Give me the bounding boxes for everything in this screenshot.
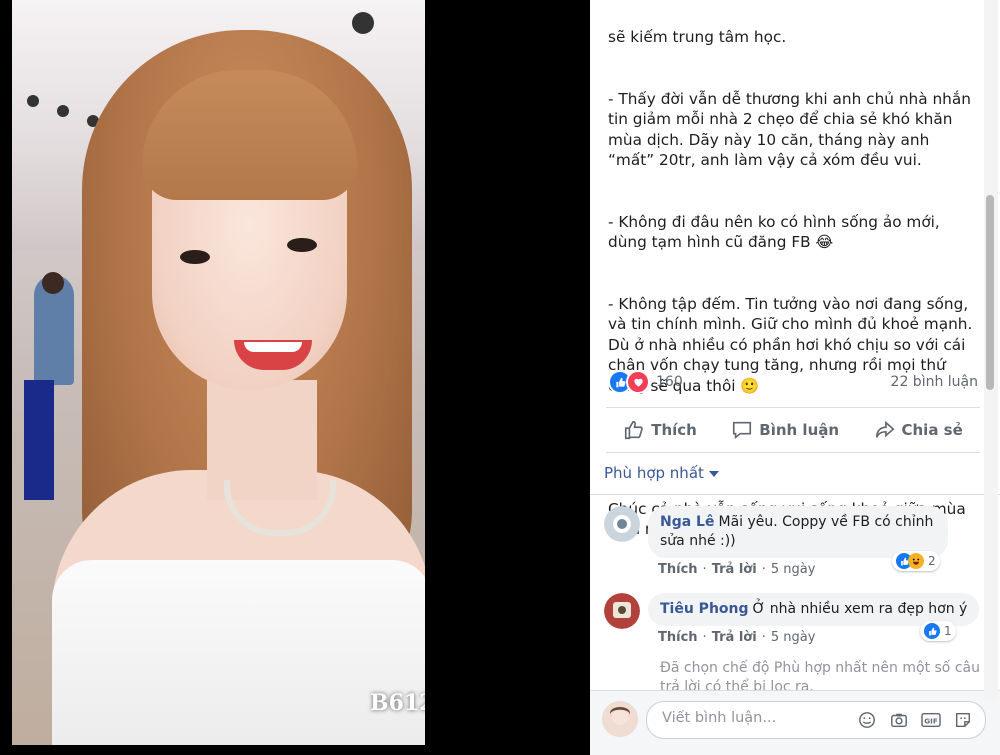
- reaction-count[interactable]: 160: [656, 374, 683, 390]
- separator: ·: [702, 630, 707, 645]
- post-text-line: sẽ kiếm trung tâm học.: [608, 28, 787, 46]
- divider: [606, 407, 980, 408]
- post-panel: sẽ kiếm trung tâm học. - Thấy đời vẫn dễ…: [590, 0, 1000, 755]
- comment-count[interactable]: 22 bình luận: [891, 374, 978, 390]
- avatar[interactable]: [604, 506, 640, 542]
- like-reaction-icon: [924, 623, 940, 639]
- comment-reply-link[interactable]: Trả lời: [712, 630, 757, 645]
- background-person-head: [42, 272, 64, 294]
- comment-time[interactable]: 5 ngày: [771, 630, 816, 645]
- reply-bar: GIF: [590, 690, 1000, 755]
- comment-reply-link[interactable]: Trả lời: [712, 562, 757, 577]
- svg-text:GIF: GIF: [924, 717, 938, 726]
- eye-right: [287, 238, 317, 252]
- ceiling-lamp: [352, 12, 374, 34]
- dress: [52, 560, 425, 745]
- chevron-down-icon: [708, 471, 719, 477]
- like-button[interactable]: Thích: [623, 419, 697, 441]
- comment-reaction-count: 1: [944, 624, 952, 638]
- comment-author[interactable]: Nga Lê: [660, 514, 714, 530]
- comment-item: Tiêu Phong Ở nhà nhiều xem ra đẹp hơn ý 1…: [604, 593, 984, 653]
- emoji-icon[interactable]: [857, 710, 877, 730]
- sort-label: Phù hợp nhất: [604, 464, 704, 482]
- separator: ·: [761, 562, 766, 577]
- haha-reaction-icon: [908, 553, 924, 569]
- avatar: [602, 701, 638, 737]
- post-actions: Thích Bình luận Chia sẻ: [606, 413, 980, 447]
- comment-text: Ở nhà nhiều xem ra đẹp hơn ý: [752, 601, 968, 617]
- share-button-label: Chia sẻ: [901, 421, 963, 439]
- background-chair: [24, 380, 54, 500]
- gif-icon[interactable]: GIF: [921, 710, 941, 730]
- teeth: [244, 342, 302, 352]
- eye-left: [180, 250, 210, 264]
- scrollbar-thumb[interactable]: [986, 195, 994, 390]
- avatar[interactable]: [604, 593, 640, 629]
- divider: [590, 494, 1000, 495]
- post-text-line: - Không đi đâu nên ko có hình sống ảo mớ…: [608, 212, 945, 252]
- comment-icon: [733, 421, 752, 440]
- comment-meta: Thích · Trả lời · 5 ngày: [658, 562, 815, 577]
- like-icon: [625, 420, 644, 440]
- share-button[interactable]: Chia sẻ: [874, 419, 963, 441]
- post-text-line: - Thấy đời vẫn dễ thương khi anh chủ nhà…: [608, 89, 976, 170]
- comment-sort-dropdown[interactable]: Phù hợp nhất: [604, 464, 719, 482]
- comment-author[interactable]: Tiêu Phong: [660, 601, 749, 617]
- comment-reaction-count: 2: [928, 554, 936, 568]
- comment-item: Nga Lê Mãi yêu. Coppy về FB có chỉnh sửa …: [604, 506, 984, 586]
- comment-reactions[interactable]: 1: [920, 621, 956, 641]
- comment-like-link[interactable]: Thích: [658, 630, 698, 645]
- like-button-label: Thích: [651, 421, 697, 439]
- sticker-icon[interactable]: [953, 710, 973, 730]
- separator: ·: [761, 630, 766, 645]
- comment-input[interactable]: [660, 709, 854, 727]
- reactions-summary[interactable]: 160 22 bình luận: [608, 368, 978, 396]
- post-photo[interactable]: B612: [12, 0, 425, 745]
- separator: ·: [702, 562, 707, 577]
- comment-button[interactable]: Bình luận: [731, 419, 839, 441]
- love-reaction-icon: [626, 370, 650, 394]
- ceiling-lamp: [27, 95, 39, 107]
- divider: [606, 452, 980, 453]
- share-icon: [875, 420, 895, 438]
- ceiling-lamp: [57, 105, 69, 117]
- scrollbar[interactable]: [984, 0, 998, 700]
- comment-like-link[interactable]: Thích: [658, 562, 698, 577]
- comment-input-box[interactable]: GIF: [646, 701, 986, 739]
- comment-reactions[interactable]: 2: [892, 551, 940, 571]
- reply-icons: GIF: [857, 710, 973, 730]
- comment-time[interactable]: 5 ngày: [771, 562, 816, 577]
- comment-button-label: Bình luận: [759, 421, 840, 439]
- camera-icon[interactable]: [889, 710, 909, 730]
- watermark-logo: B612: [370, 690, 425, 716]
- comment-meta: Thích · Trả lời · 5 ngày: [658, 630, 815, 645]
